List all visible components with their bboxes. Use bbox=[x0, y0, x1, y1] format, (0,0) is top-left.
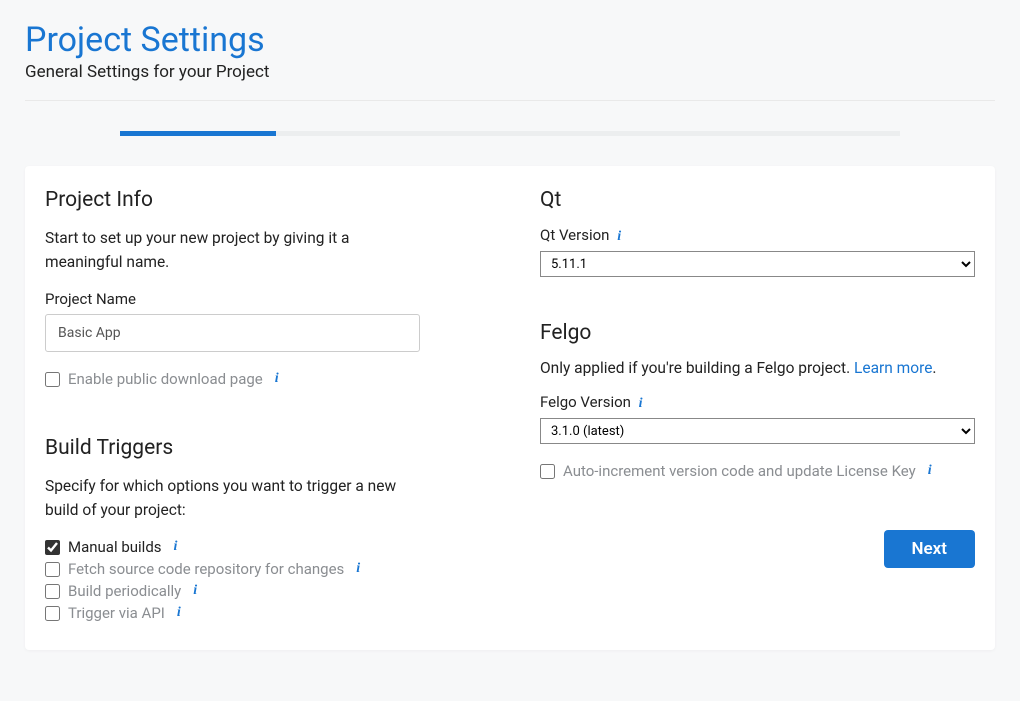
felgo-title: Felgo bbox=[540, 321, 975, 345]
public-download-row: Enable public download page i bbox=[45, 370, 480, 388]
auto-increment-checkbox[interactable] bbox=[540, 464, 555, 479]
trigger-fetch-checkbox[interactable] bbox=[45, 562, 60, 577]
trigger-api-checkbox[interactable] bbox=[45, 606, 60, 621]
felgo-version-select[interactable]: 3.1.0 (latest) bbox=[540, 418, 975, 444]
footer: Next bbox=[540, 530, 975, 568]
auto-increment-label: Auto-increment version code and update L… bbox=[563, 462, 916, 480]
felgo-note-prefix: Only applied if you're building a Felgo … bbox=[540, 359, 854, 377]
trigger-manual-checkbox[interactable] bbox=[45, 540, 60, 555]
settings-card: Project Info Start to set up your new pr… bbox=[25, 166, 995, 650]
trigger-periodic-row: Build periodically i bbox=[45, 582, 480, 600]
trigger-fetch-label: Fetch source code repository for changes bbox=[68, 560, 344, 578]
qt-title: Qt bbox=[540, 188, 975, 212]
info-icon[interactable]: i bbox=[356, 561, 360, 577]
project-info-title: Project Info bbox=[45, 188, 480, 212]
build-triggers-title: Build Triggers bbox=[45, 436, 480, 460]
qt-version-select[interactable]: 5.11.1 bbox=[540, 251, 975, 277]
next-button[interactable]: Next bbox=[884, 530, 976, 568]
public-download-checkbox[interactable] bbox=[45, 372, 60, 387]
right-column: Qt Qt Version i 5.11.1 Felgo Only applie… bbox=[540, 188, 975, 626]
page-subtitle: General Settings for your Project bbox=[25, 62, 995, 82]
public-download-label: Enable public download page bbox=[68, 370, 263, 388]
info-icon[interactable]: i bbox=[928, 463, 932, 479]
info-icon[interactable]: i bbox=[617, 229, 621, 245]
trigger-periodic-checkbox[interactable] bbox=[45, 584, 60, 599]
info-icon[interactable]: i bbox=[193, 583, 197, 599]
header-divider bbox=[25, 100, 995, 101]
felgo-version-label-text: Felgo Version bbox=[540, 393, 631, 411]
info-icon[interactable]: i bbox=[275, 371, 279, 387]
trigger-periodic-label: Build periodically bbox=[68, 582, 181, 600]
trigger-manual-label: Manual builds bbox=[68, 538, 162, 556]
left-column: Project Info Start to set up your new pr… bbox=[45, 188, 480, 626]
qt-version-label-text: Qt Version bbox=[540, 226, 609, 244]
felgo-learn-more-link[interactable]: Learn more bbox=[854, 359, 932, 377]
felgo-note: Only applied if you're building a Felgo … bbox=[540, 359, 975, 377]
build-triggers-desc: Specify for which options you want to tr… bbox=[45, 474, 405, 522]
qt-version-label: Qt Version i bbox=[540, 226, 975, 245]
trigger-api-label: Trigger via API bbox=[68, 604, 165, 622]
info-icon[interactable]: i bbox=[174, 539, 178, 555]
auto-increment-row: Auto-increment version code and update L… bbox=[540, 462, 975, 480]
info-icon[interactable]: i bbox=[639, 396, 643, 412]
felgo-note-suffix: . bbox=[932, 359, 936, 377]
trigger-api-row: Trigger via API i bbox=[45, 604, 480, 622]
progress-fill bbox=[120, 131, 276, 136]
project-info-desc: Start to set up your new project by givi… bbox=[45, 226, 405, 274]
trigger-manual-row: Manual builds i bbox=[45, 538, 480, 556]
trigger-fetch-row: Fetch source code repository for changes… bbox=[45, 560, 480, 578]
info-icon[interactable]: i bbox=[177, 605, 181, 621]
project-name-label: Project Name bbox=[45, 290, 480, 308]
felgo-version-label: Felgo Version i bbox=[540, 393, 975, 412]
page-title: Project Settings bbox=[25, 20, 995, 60]
project-name-input[interactable] bbox=[45, 314, 420, 352]
progress-bar bbox=[120, 131, 900, 136]
